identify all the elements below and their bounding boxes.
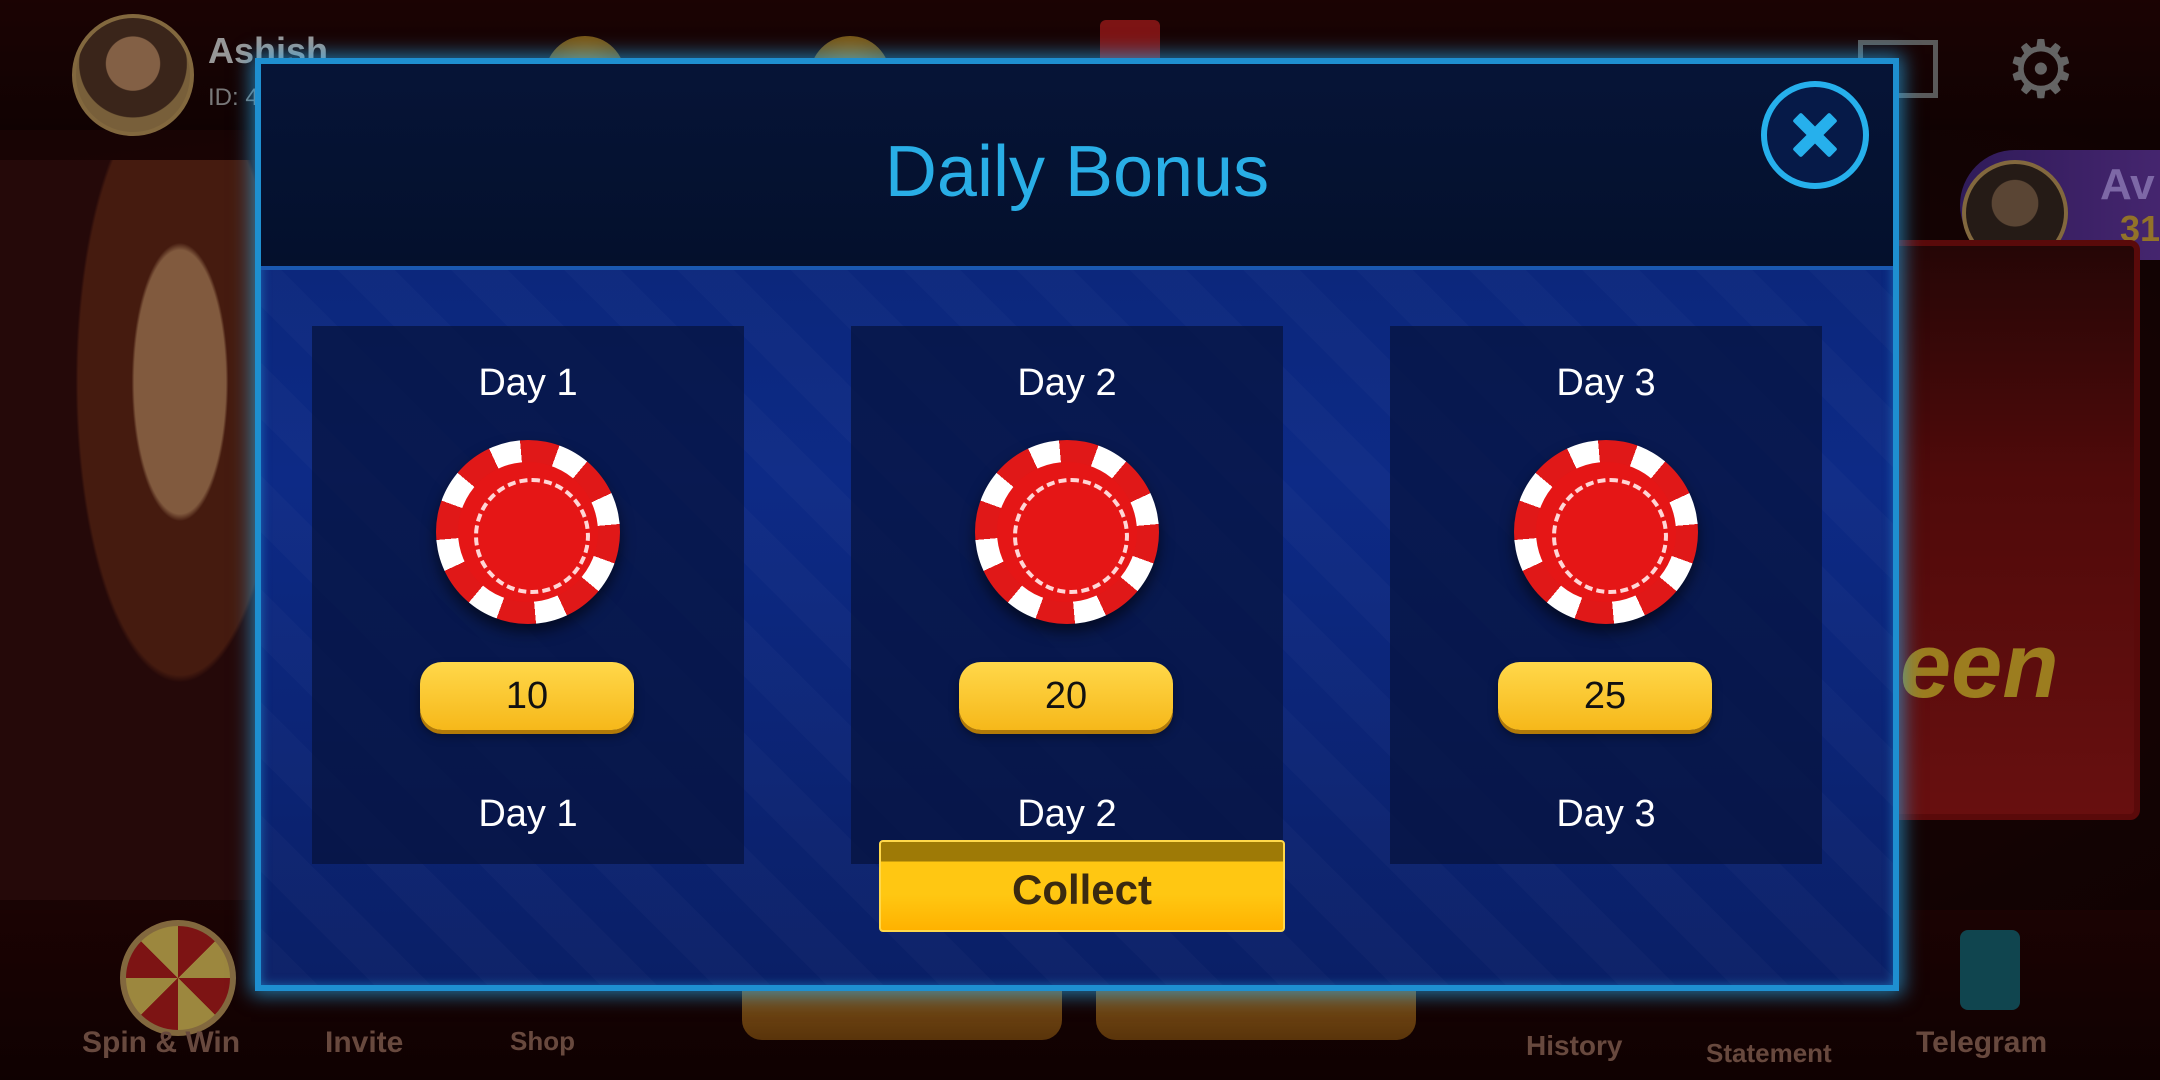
- collect-button[interactable]: Collect: [879, 840, 1285, 932]
- day-label: Day 2: [1017, 362, 1117, 404]
- bonus-amount: 20: [959, 662, 1173, 730]
- dialog-title: Daily Bonus: [884, 132, 1270, 212]
- bonus-amount: 25: [1498, 662, 1712, 730]
- day-status-label: Day 3: [1556, 793, 1656, 835]
- poker-chip-icon: [975, 440, 1159, 624]
- day-card-1[interactable]: Day 1 10 Day 1: [312, 326, 744, 864]
- poker-chip-icon: [1514, 440, 1698, 624]
- day-status-label: Day 2: [1017, 793, 1117, 835]
- day-card-2[interactable]: Day 2 20 Day 2: [851, 326, 1283, 864]
- day-label: Day 3: [1556, 362, 1656, 404]
- poker-chip-icon: [436, 440, 620, 624]
- dialog-header: Daily Bonus: [261, 64, 1893, 270]
- close-icon[interactable]: [1761, 81, 1869, 189]
- day-card-3[interactable]: Day 3 25 Day 3: [1390, 326, 1822, 864]
- daily-bonus-dialog: Daily Bonus Day 1 10 Day 1 Day 2 20 Day …: [255, 58, 1899, 991]
- day-status-label: Day 1: [478, 793, 578, 835]
- day-label: Day 1: [478, 362, 578, 404]
- bonus-amount: 10: [420, 662, 634, 730]
